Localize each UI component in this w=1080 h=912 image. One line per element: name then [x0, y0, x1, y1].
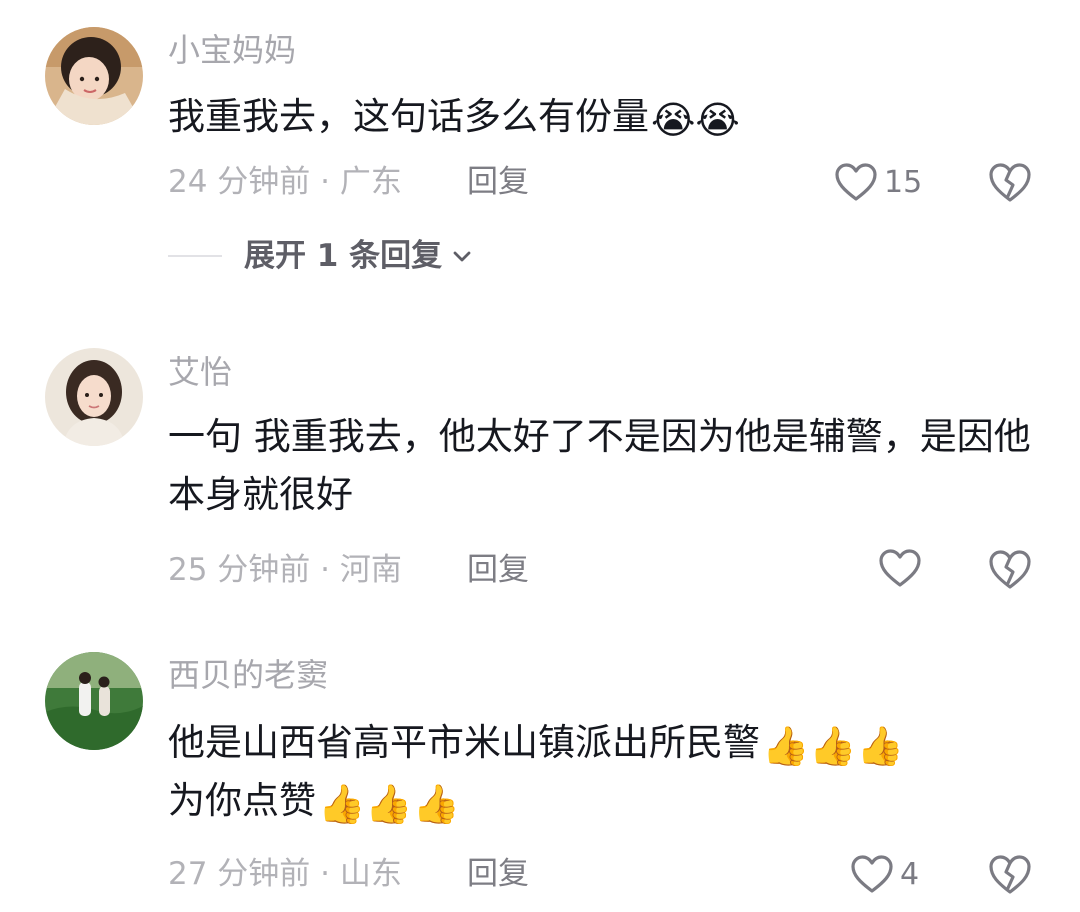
- comment-time-location: 27 分钟前 · 山东: [168, 856, 402, 892]
- like-count: 4: [900, 856, 920, 892]
- thumbs-up-emoji: 👍👍👍: [318, 782, 460, 826]
- broken-heart-icon: [989, 855, 1031, 894]
- like-count: 15: [884, 164, 923, 200]
- avatar[interactable]: [45, 27, 143, 125]
- comment-time-location: 25 分钟前 · 河南: [168, 552, 402, 588]
- reply-button[interactable]: 回复: [467, 854, 529, 894]
- chevron-down-icon: [453, 251, 471, 262]
- broken-heart-icon: [989, 163, 1031, 202]
- username[interactable]: 艾怡: [168, 352, 232, 392]
- avatar[interactable]: [45, 348, 143, 446]
- expand-replies-button[interactable]: 展开 1 条回复: [168, 236, 474, 276]
- comment-item: 艾怡 一句 我重我去，他太好了不是因为他是辅警，是因他本身就很好 25 分钟前 …: [0, 300, 1080, 620]
- reply-button[interactable]: 回复: [467, 162, 529, 202]
- comment-item: 小宝妈妈 我重我去，这句话多么有份量😭😭 24 分钟前 · 广东 回复 15 展…: [0, 0, 1080, 300]
- avatar[interactable]: [45, 652, 143, 750]
- crying-emoji: 😭😭: [651, 98, 740, 142]
- thumbs-up-emoji: 👍👍👍: [762, 724, 904, 768]
- like-button[interactable]: 4: [850, 854, 919, 894]
- comment-text-line1: 他是山西省高平市米山镇派出所民警: [168, 721, 760, 764]
- username[interactable]: 小宝妈妈: [168, 30, 296, 70]
- broken-heart-icon: [989, 550, 1031, 589]
- comment-text: 一句 我重我去，他太好了不是因为他是辅警，是因他本身就很好: [168, 415, 1031, 516]
- comment-item: 西贝的老窦 他是山西省高平市米山镇派出所民警👍👍👍 为你点赞👍👍👍 27 分钟前…: [0, 620, 1080, 912]
- heart-outline-icon: [879, 549, 921, 587]
- reply-button[interactable]: 回复: [467, 550, 529, 590]
- dislike-button[interactable]: [988, 547, 1032, 591]
- comment-text-body: 我重我去，这句话多么有份量: [168, 95, 649, 138]
- like-button[interactable]: 15: [834, 162, 922, 202]
- comment-text: 我重我去，这句话多么有份量😭😭: [168, 88, 1048, 146]
- divider: [168, 255, 222, 257]
- heart-outline-icon: [851, 855, 893, 893]
- comment-text: 他是山西省高平市米山镇派出所民警👍👍👍 为你点赞👍👍👍: [168, 714, 1048, 830]
- heart-outline-icon: [835, 163, 877, 201]
- comment-text-line2: 为你点赞: [168, 779, 316, 822]
- expand-replies-label: 展开 1 条回复: [244, 238, 443, 274]
- dislike-button[interactable]: [988, 160, 1032, 204]
- username[interactable]: 西贝的老窦: [168, 655, 328, 695]
- comment-time-location: 24 分钟前 · 广东: [168, 164, 402, 200]
- dislike-button[interactable]: [988, 852, 1032, 896]
- like-button[interactable]: [878, 548, 922, 588]
